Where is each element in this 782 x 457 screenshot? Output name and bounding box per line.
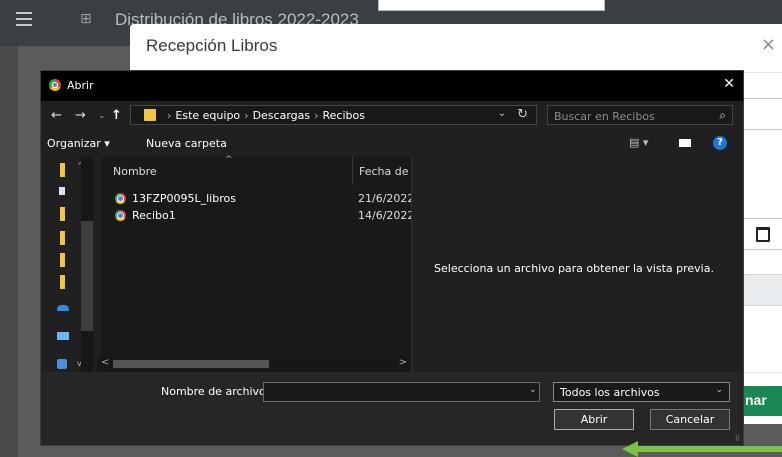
- horizontal-scroll-thumb[interactable]: [113, 360, 269, 368]
- modal-title: Recepción Libros: [146, 36, 278, 55]
- green-arrow-icon: [622, 441, 782, 457]
- nav-pane-folder-icon[interactable]: [60, 275, 65, 289]
- chrome-app-icon: [49, 79, 61, 91]
- up-arrow-icon[interactable]: ↑: [111, 108, 122, 123]
- breadcrumb-this-pc[interactable]: Este equipo: [175, 109, 240, 122]
- filename-dropdown-icon[interactable]: ⌄: [529, 385, 537, 395]
- change-view-icon[interactable]: ▤ ▾: [629, 136, 648, 149]
- nav-pane-folder-icon[interactable]: [60, 207, 65, 221]
- dialog-footer: Nombre de archivo: ⌄ Todos los archivos …: [41, 372, 743, 445]
- file-date: 14/6/2022 1: [358, 209, 411, 222]
- nav-pane-folder-icon[interactable]: [60, 253, 65, 267]
- column-header-name[interactable]: Nombre: [113, 165, 157, 178]
- background-input[interactable]: [378, 0, 605, 11]
- filename-input[interactable]: [263, 382, 540, 402]
- dialog-titlebar: Abrir ✕: [41, 71, 743, 101]
- network-icon[interactable]: [57, 359, 67, 369]
- cancel-button[interactable]: Cancelar: [650, 409, 730, 430]
- preview-pane-icon[interactable]: [679, 139, 691, 147]
- address-dropdown-icon[interactable]: ⌄: [498, 108, 506, 119]
- modal-text-field[interactable]: [741, 98, 782, 130]
- dialog-title: Abrir: [67, 79, 94, 92]
- organize-menu-button[interactable]: Organizar ▾: [47, 137, 110, 150]
- hamburger-menu-icon[interactable]: [16, 12, 32, 26]
- modal-date-field[interactable]: [741, 218, 782, 250]
- file-list: ^ Nombre Fecha de m 13FZP0095L_libros 21…: [101, 155, 423, 372]
- nav-pane-folder-icon[interactable]: [60, 163, 65, 177]
- forward-arrow-icon[interactable]: →: [75, 108, 86, 123]
- breadcrumb: › Este equipo › Descargas › Recibos: [167, 109, 365, 122]
- recent-locations-chevron-icon[interactable]: ⌄: [98, 111, 106, 121]
- dialog-close-icon[interactable]: ✕: [723, 76, 735, 92]
- preview-pane: Selecciona un archivo para obtener la vi…: [411, 157, 742, 372]
- back-arrow-icon[interactable]: ←: [51, 108, 62, 123]
- nav-pane-folder-icon[interactable]: [60, 231, 65, 245]
- nav-pane-documents-icon[interactable]: [59, 187, 65, 195]
- address-bar[interactable]: › Este equipo › Descargas › Recibos ⌄ ↻: [130, 105, 537, 125]
- calendar-icon[interactable]: [756, 227, 770, 242]
- file-type-chevron-icon: ⌄: [715, 385, 723, 395]
- file-list-header: ^ Nombre Fecha de m: [101, 155, 423, 185]
- navigation-pane-scrollbar[interactable]: [81, 157, 93, 372]
- column-header-date[interactable]: Fecha de m: [352, 157, 423, 185]
- file-row[interactable]: Recibo1 14/6/2022 1: [101, 208, 411, 224]
- file-name: 13FZP0095L_libros: [132, 192, 236, 205]
- new-folder-button[interactable]: Nueva carpeta: [146, 137, 227, 150]
- this-pc-icon[interactable]: [57, 332, 69, 340]
- address-row: ← → ⌄ ↑ › Este equipo › Descargas › Recibos ⌄…: [41, 101, 743, 131]
- breadcrumb-downloads[interactable]: Descargas: [253, 109, 311, 122]
- modal-close-icon[interactable]: ×: [761, 34, 776, 55]
- help-icon[interactable]: ?: [713, 136, 727, 150]
- scroll-left-icon[interactable]: <: [101, 357, 109, 368]
- filename-label: Nombre de archivo:: [161, 385, 270, 398]
- breadcrumb-recibos[interactable]: Recibos: [323, 109, 365, 122]
- modal-readonly-field: [741, 274, 782, 306]
- file-name: Recibo1: [132, 209, 176, 222]
- file-list-horizontal-scrollbar[interactable]: < >: [97, 357, 411, 371]
- refresh-icon[interactable]: ↻: [517, 107, 528, 122]
- chrome-file-icon: [115, 193, 126, 204]
- file-row[interactable]: 13FZP0095L_libros 21/6/2022 1: [101, 191, 411, 207]
- file-date: 21/6/2022 1: [358, 192, 411, 205]
- folder-icon: [144, 109, 156, 121]
- preview-message: Selecciona un archivo para obtener la vi…: [434, 262, 714, 275]
- dialog-toolbar: Organizar ▾ Nueva carpeta ▤ ▾ ?: [41, 131, 743, 157]
- search-input[interactable]: [548, 106, 716, 126]
- scroll-right-icon[interactable]: >: [399, 357, 407, 368]
- grid-icon: ⊞: [80, 11, 92, 27]
- sort-ascending-icon: ^: [225, 155, 233, 165]
- open-button[interactable]: Abrir: [554, 409, 634, 430]
- file-type-value: Todos los archivos: [560, 386, 660, 399]
- file-type-select[interactable]: Todos los archivos ⌄: [553, 382, 730, 402]
- chrome-file-icon: [115, 210, 126, 221]
- search-box[interactable]: ⌕: [547, 105, 733, 126]
- open-file-dialog: Abrir ✕ ← → ⌄ ↑ › Este equipo › Descargas › R…: [40, 70, 744, 446]
- search-icon[interactable]: ⌕: [719, 108, 726, 123]
- onedrive-cloud-icon[interactable]: [57, 305, 69, 311]
- navigation-pane-scroll-thumb[interactable]: [81, 221, 93, 331]
